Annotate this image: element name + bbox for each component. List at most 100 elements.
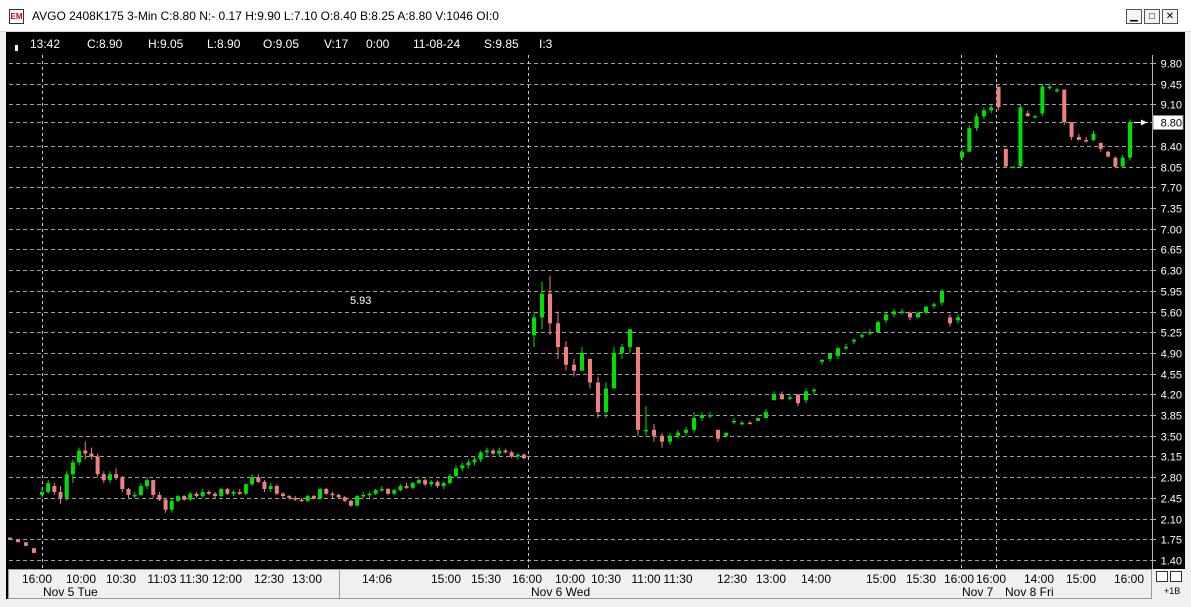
x-date-label: Nov 7 bbox=[962, 585, 994, 599]
candle-body bbox=[1025, 113, 1030, 117]
x-date-label: Nov 5 Tue bbox=[43, 585, 98, 599]
candle-body bbox=[472, 459, 477, 463]
x-tick-label: 15:30 bbox=[470, 572, 502, 586]
y-tick-label: 5.60 bbox=[1161, 308, 1182, 320]
candle-body bbox=[373, 490, 378, 494]
info-s: S:9.85 bbox=[484, 37, 519, 51]
candle-body bbox=[32, 548, 36, 553]
candle-body bbox=[509, 452, 514, 457]
y-tick-label: 2.80 bbox=[1161, 473, 1182, 485]
x-tick-label: 15:00 bbox=[1065, 572, 1097, 586]
candle-body bbox=[423, 480, 428, 485]
candle-body bbox=[77, 450, 82, 463]
candle-body bbox=[89, 453, 94, 457]
candle-body bbox=[612, 352, 616, 389]
close-button[interactable]: ✕ bbox=[1162, 9, 1178, 24]
candle-body bbox=[956, 317, 960, 321]
candle-body bbox=[764, 412, 768, 418]
candle-body bbox=[1120, 157, 1125, 167]
candle-body bbox=[1076, 136, 1081, 140]
current-price-arrow-icon bbox=[1141, 119, 1147, 126]
candle-body bbox=[1128, 122, 1132, 158]
candle-body bbox=[564, 347, 568, 365]
candle-body bbox=[772, 394, 776, 401]
candle-body bbox=[361, 494, 366, 497]
candle-body bbox=[379, 489, 384, 491]
candle-body bbox=[293, 497, 298, 500]
chart-app-icon[interactable]: EM bbox=[9, 9, 24, 24]
price-chart[interactable]: 9.80 9.45 9.10 8.80 8.40 8.05 7.70 7.35 7.00 6.65… bbox=[6, 32, 1185, 569]
y-tick-label: 9.45 bbox=[1161, 80, 1182, 92]
candle-body bbox=[107, 474, 112, 481]
candle-body bbox=[256, 477, 261, 482]
scale-toggle-icon[interactable] bbox=[1170, 571, 1182, 582]
info-low: L:8.90 bbox=[207, 37, 241, 51]
minimize-button[interactable]: ▁ bbox=[1126, 9, 1142, 24]
candle-body bbox=[981, 110, 986, 117]
x-tick-label: 11:00 bbox=[631, 572, 661, 586]
candle-body bbox=[157, 494, 162, 500]
zoom-toggle-icon[interactable] bbox=[1156, 571, 1168, 582]
x-tick-label: 16:00 bbox=[943, 572, 975, 586]
candle-body bbox=[392, 490, 397, 494]
candle-body bbox=[466, 462, 471, 466]
candle-body bbox=[522, 454, 526, 459]
candle-body bbox=[932, 304, 936, 306]
x-tick-label: 10:00 bbox=[554, 572, 586, 586]
candle-body bbox=[237, 491, 242, 494]
candle-body bbox=[484, 450, 489, 453]
y-tick-label: 7.00 bbox=[1161, 225, 1182, 237]
x-tick-label: 15:00 bbox=[430, 572, 462, 586]
candle-body bbox=[40, 491, 44, 495]
y-tick-label: 5.95 bbox=[1161, 287, 1182, 299]
candle-body bbox=[924, 306, 928, 313]
y-tick-label: 5.25 bbox=[1161, 328, 1182, 340]
candle-body bbox=[908, 312, 912, 318]
candle-body bbox=[876, 322, 880, 333]
candle-body bbox=[503, 450, 508, 453]
x-date-label: Nov 8 Fri bbox=[1005, 585, 1054, 599]
corner-label: +1B bbox=[1164, 586, 1181, 596]
candle-body bbox=[1033, 116, 1038, 118]
cursor-marker-icon bbox=[15, 45, 18, 51]
candle-body bbox=[788, 397, 792, 399]
chart-window[interactable]: 9.80 9.45 9.10 8.80 8.40 8.05 7.70 7.35 7.00 6.65… bbox=[6, 32, 1185, 599]
candle-body bbox=[580, 352, 584, 371]
candle-body bbox=[1040, 86, 1045, 114]
y-tick-label: 2.45 bbox=[1161, 494, 1182, 506]
y-tick-label: 3.50 bbox=[1161, 432, 1182, 444]
time-axis[interactable]: 16:00 10:00 10:30 11:03 11:30 12:00 12:30 13:00… bbox=[8, 569, 1152, 599]
candle-body bbox=[441, 483, 446, 487]
x-tick-label: 15:30 bbox=[905, 572, 937, 586]
candle-body bbox=[497, 450, 502, 454]
candle-body bbox=[138, 486, 143, 495]
candle-body bbox=[151, 480, 156, 495]
candle-body bbox=[163, 499, 168, 510]
candle-body bbox=[732, 420, 736, 423]
x-tick-label: 10:30 bbox=[590, 572, 622, 586]
x-tick-label: 15:00 bbox=[865, 572, 897, 586]
candle-body bbox=[948, 317, 952, 324]
candle-body bbox=[491, 450, 496, 454]
maximize-button[interactable]: □ bbox=[1144, 9, 1160, 24]
candle-body bbox=[386, 489, 391, 494]
candle-body bbox=[330, 493, 335, 496]
info-i: I:3 bbox=[539, 37, 553, 51]
x-tick-label: 11:03 bbox=[147, 572, 177, 586]
candle-body bbox=[268, 486, 273, 489]
candle-body bbox=[101, 474, 106, 481]
x-tick-label: 11:30 bbox=[663, 572, 693, 586]
candle-body bbox=[8, 537, 12, 540]
candle-body bbox=[572, 364, 576, 371]
candle-body bbox=[716, 429, 720, 439]
candle-body bbox=[83, 450, 88, 454]
x-tick-label: 12:30 bbox=[716, 572, 748, 586]
candle-body bbox=[628, 329, 632, 347]
candle-body bbox=[1011, 166, 1016, 169]
candle-body bbox=[724, 432, 728, 436]
candle-body bbox=[700, 415, 704, 418]
candle-body bbox=[989, 107, 994, 111]
candle-body bbox=[652, 429, 656, 436]
y-tick-label: 8.40 bbox=[1161, 142, 1182, 154]
info-volume: V:17 bbox=[324, 37, 349, 51]
